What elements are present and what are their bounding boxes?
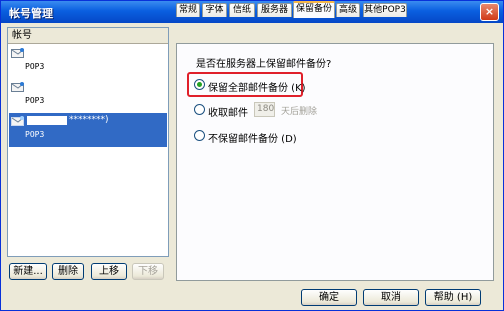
account-item[interactable]: POP3 [9, 79, 167, 113]
days-suffix: 天后删除 [281, 107, 318, 117]
account-type: POP3 [25, 62, 45, 71]
keep-none-label: 不保留邮件备份 (D) [208, 134, 297, 145]
backup-question: 是否在服务器上保留邮件备份? [196, 59, 332, 70]
tab-keep-backup[interactable]: 保留备份 [293, 1, 335, 18]
cancel-button[interactable]: 取消 [363, 289, 419, 306]
ok-button[interactable]: 确定 [301, 289, 357, 306]
account-list-header: 帐号 [8, 28, 168, 44]
account-name: ********) [69, 115, 109, 125]
email-account-icon [11, 48, 24, 58]
tab-font[interactable]: 字体 [202, 3, 227, 17]
new-account-button[interactable]: 新建... [9, 263, 47, 280]
fetch-mail-radio[interactable] [194, 104, 205, 115]
keep-all-label: 保留全部邮件备份 (K) [208, 83, 306, 94]
account-list[interactable]: 帐号 POP3 POP3 ********) POP3 [7, 27, 169, 257]
keep-all-radio[interactable] [194, 79, 205, 90]
account-type: POP3 [25, 96, 45, 105]
help-button[interactable]: 帮助 (H) [425, 289, 481, 306]
tab-stationery[interactable]: 信纸 [229, 3, 255, 17]
account-item[interactable]: POP3 [9, 45, 167, 79]
keep-none-radio[interactable] [194, 130, 205, 141]
account-type: POP3 [25, 130, 45, 139]
tab-general[interactable]: 常规 [176, 3, 200, 17]
delete-account-button[interactable]: 删除 [52, 263, 84, 280]
fetch-mail-label: 收取邮件 [208, 108, 248, 119]
move-down-button[interactable]: 下移 [132, 263, 164, 280]
close-button[interactable]: × [480, 3, 499, 21]
tab-other-pop3[interactable]: 其他POP3 [363, 3, 407, 17]
email-account-icon [11, 116, 24, 126]
account-item-selected[interactable]: ********) POP3 [9, 113, 167, 147]
move-up-button[interactable]: 上移 [91, 263, 127, 280]
redaction-mask [27, 116, 67, 125]
days-input[interactable]: 180 [254, 102, 275, 117]
account-manager-window: 帐号管理 × 帐号 POP3 POP3 ********) POP3 新建...… [0, 0, 504, 311]
email-account-icon [11, 82, 24, 92]
tab-advanced[interactable]: 高级 [336, 3, 360, 17]
window-title: 帐号管理 [9, 7, 53, 20]
tab-server[interactable]: 服务器 [257, 3, 292, 17]
